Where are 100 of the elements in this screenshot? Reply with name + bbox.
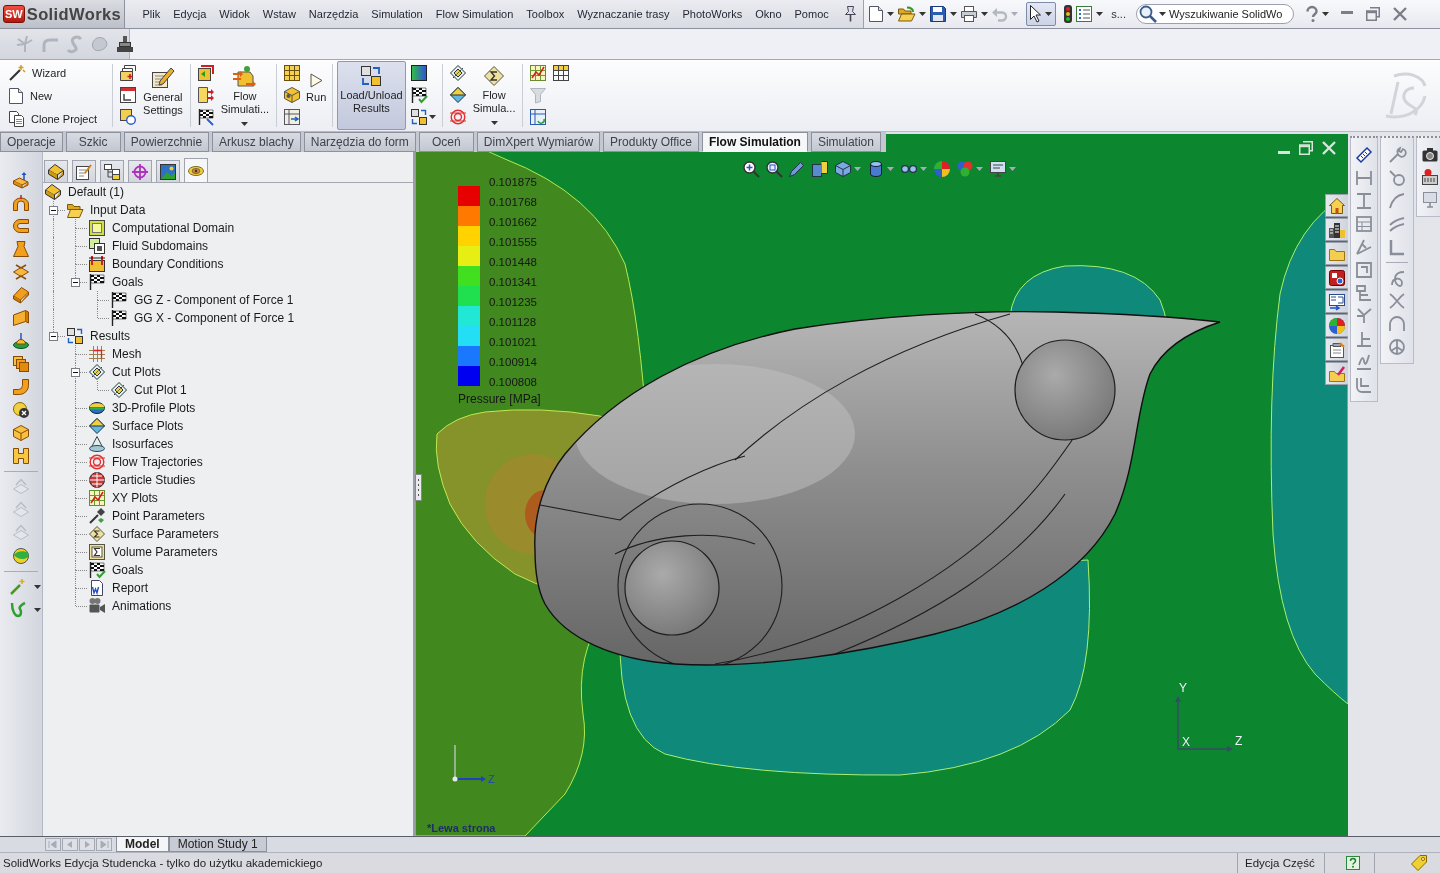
ribbon-tab[interactable]: Arkusz blachy bbox=[212, 132, 301, 152]
dome-icon[interactable] bbox=[13, 333, 29, 349]
cubes-arrows-icon[interactable] bbox=[410, 109, 427, 125]
search-field[interactable]: Wyszukiwanie SolidWo bbox=[1135, 4, 1294, 24]
tilted-slab-icon[interactable] bbox=[13, 287, 29, 303]
collapse-toggle[interactable] bbox=[49, 332, 58, 341]
table-icon[interactable] bbox=[1356, 216, 1372, 232]
vertical-dimension-icon[interactable] bbox=[1356, 193, 1372, 209]
tree-item[interactable]: Mesh bbox=[112, 347, 142, 361]
box-ring-icon[interactable] bbox=[120, 109, 137, 125]
command-button[interactable]: Flow Simulati... bbox=[217, 61, 273, 130]
tree-item[interactable]: Goals bbox=[112, 275, 144, 289]
caret-icon[interactable] bbox=[490, 121, 498, 125]
vessel-arrows-icon[interactable] bbox=[233, 66, 257, 87]
ribbon-tab[interactable]: Operacje bbox=[0, 132, 63, 152]
printer-icon[interactable] bbox=[961, 6, 978, 22]
baseline-icon[interactable] bbox=[1356, 331, 1372, 347]
sparkle-wand-icon[interactable] bbox=[9, 579, 26, 595]
caret-icon[interactable] bbox=[1158, 12, 1166, 16]
search-icon[interactable] bbox=[1138, 5, 1157, 23]
cut-plot-icon[interactable] bbox=[449, 65, 466, 81]
menu-item[interactable]: Plik bbox=[136, 8, 167, 20]
close-icon[interactable] bbox=[1392, 7, 1407, 21]
command-button[interactable]: Clone Project bbox=[7, 107, 100, 130]
arch-icon[interactable] bbox=[13, 195, 29, 211]
stamp-icon[interactable] bbox=[117, 36, 133, 52]
panel-tab[interactable] bbox=[72, 160, 96, 182]
help-icon[interactable] bbox=[1305, 6, 1318, 22]
cross-blocks-icon[interactable] bbox=[13, 264, 29, 280]
angled-lines-icon[interactable] bbox=[1356, 239, 1372, 255]
tree-item[interactable]: Cut Plot 1 bbox=[134, 383, 187, 397]
menu-item[interactable]: Flow Simulation bbox=[429, 8, 520, 20]
corner-icon[interactable] bbox=[1389, 239, 1405, 255]
menu-item[interactable]: Wyznaczanie trasy bbox=[570, 8, 676, 20]
ring-icon[interactable] bbox=[1389, 170, 1405, 186]
gradient-diamond-icon[interactable] bbox=[449, 87, 466, 103]
cubes-arrows-icon[interactable] bbox=[361, 66, 382, 86]
tree-item[interactable]: 3D-Profile Plots bbox=[112, 401, 196, 415]
slab-icon[interactable] bbox=[13, 310, 29, 326]
tree-item[interactable]: Report bbox=[112, 581, 149, 595]
clipboard-pen-icon[interactable] bbox=[151, 66, 174, 88]
tree-item[interactable]: Flow Trajectories bbox=[112, 455, 203, 469]
tree-item[interactable]: Point Parameters bbox=[112, 509, 205, 523]
branch-icon[interactable] bbox=[1356, 308, 1372, 324]
ribbon-tab[interactable]: Narzędzia do form bbox=[303, 132, 416, 152]
tree-item[interactable]: Computational Domain bbox=[112, 221, 235, 235]
view-tab[interactable]: Motion Study 1 bbox=[168, 837, 267, 852]
arc-icon[interactable] bbox=[1389, 193, 1405, 209]
panel-tab[interactable] bbox=[156, 160, 180, 182]
shaded-square-icon[interactable] bbox=[410, 65, 427, 81]
stacked-squares-icon[interactable] bbox=[13, 356, 29, 372]
crossed-curves-icon[interactable] bbox=[1389, 293, 1405, 309]
caret-icon[interactable] bbox=[919, 12, 927, 16]
command-button[interactable]: General Settings bbox=[140, 61, 186, 130]
box-icon[interactable] bbox=[13, 425, 29, 441]
panel-tab[interactable] bbox=[100, 160, 124, 182]
copied-pages-icon[interactable] bbox=[9, 110, 24, 127]
tree-item[interactable]: Fluid Subdomains bbox=[112, 239, 209, 253]
caret-icon[interactable] bbox=[950, 12, 958, 16]
caret-icon[interactable] bbox=[981, 12, 989, 16]
tree-item[interactable]: GG X - Component of Force 1 bbox=[134, 311, 295, 325]
caret-icon[interactable] bbox=[33, 608, 41, 612]
camera-icon[interactable] bbox=[1422, 147, 1438, 162]
caret-icon[interactable] bbox=[241, 122, 249, 126]
command-button[interactable]: Wizard bbox=[7, 61, 69, 84]
tree-item[interactable]: GG Z - Component of Force 1 bbox=[134, 293, 294, 307]
menu-item[interactable]: Wstaw bbox=[256, 8, 303, 20]
command-button[interactable]: Flow Simula... bbox=[469, 61, 519, 130]
flag-arrow-icon[interactable] bbox=[197, 109, 214, 125]
curve-icon[interactable] bbox=[9, 602, 26, 618]
sigma-diamond-icon[interactable] bbox=[484, 66, 505, 86]
concentric-rings-icon[interactable] bbox=[449, 109, 466, 125]
menu-item[interactable]: Widok bbox=[212, 8, 257, 20]
tree-item[interactable]: Surface Parameters bbox=[112, 527, 219, 541]
sphere-icon[interactable] bbox=[13, 548, 29, 564]
caret-icon[interactable] bbox=[428, 115, 436, 119]
cursor-arrow-icon[interactable] bbox=[1030, 5, 1042, 23]
ribbon-tab[interactable]: Powierzchnie bbox=[123, 132, 210, 152]
menu-item[interactable]: Edycja bbox=[166, 8, 213, 20]
blank-document-icon[interactable] bbox=[9, 87, 23, 104]
loop-icon[interactable] bbox=[1389, 270, 1405, 286]
flag-check-icon[interactable] bbox=[410, 87, 427, 103]
arch-outline-icon[interactable] bbox=[1389, 316, 1405, 332]
chart-grid-icon[interactable] bbox=[530, 65, 547, 81]
pushpin-icon[interactable] bbox=[843, 6, 859, 22]
menu-item[interactable]: PhotoWorks bbox=[676, 8, 749, 20]
spoked-circle-icon[interactable] bbox=[1389, 339, 1405, 355]
command-button[interactable]: Run bbox=[303, 61, 330, 130]
menu-item[interactable]: Simulation bbox=[364, 8, 430, 20]
tree-item[interactable]: Results bbox=[90, 329, 130, 343]
collapse-toggle[interactable] bbox=[49, 206, 58, 215]
panel-tab[interactable] bbox=[184, 158, 208, 182]
minimize-icon[interactable] bbox=[1340, 11, 1353, 14]
ribbon-tab[interactable]: Szkic bbox=[65, 132, 121, 152]
parallel-curves-icon[interactable] bbox=[1389, 216, 1405, 232]
tree-item[interactable]: XY Plots bbox=[112, 491, 158, 505]
sheets-plus-icon[interactable] bbox=[120, 65, 137, 81]
tree-item[interactable]: Animations bbox=[112, 599, 172, 613]
tree-item[interactable]: Input Data bbox=[90, 203, 146, 217]
view-tab[interactable]: Model bbox=[116, 837, 169, 852]
